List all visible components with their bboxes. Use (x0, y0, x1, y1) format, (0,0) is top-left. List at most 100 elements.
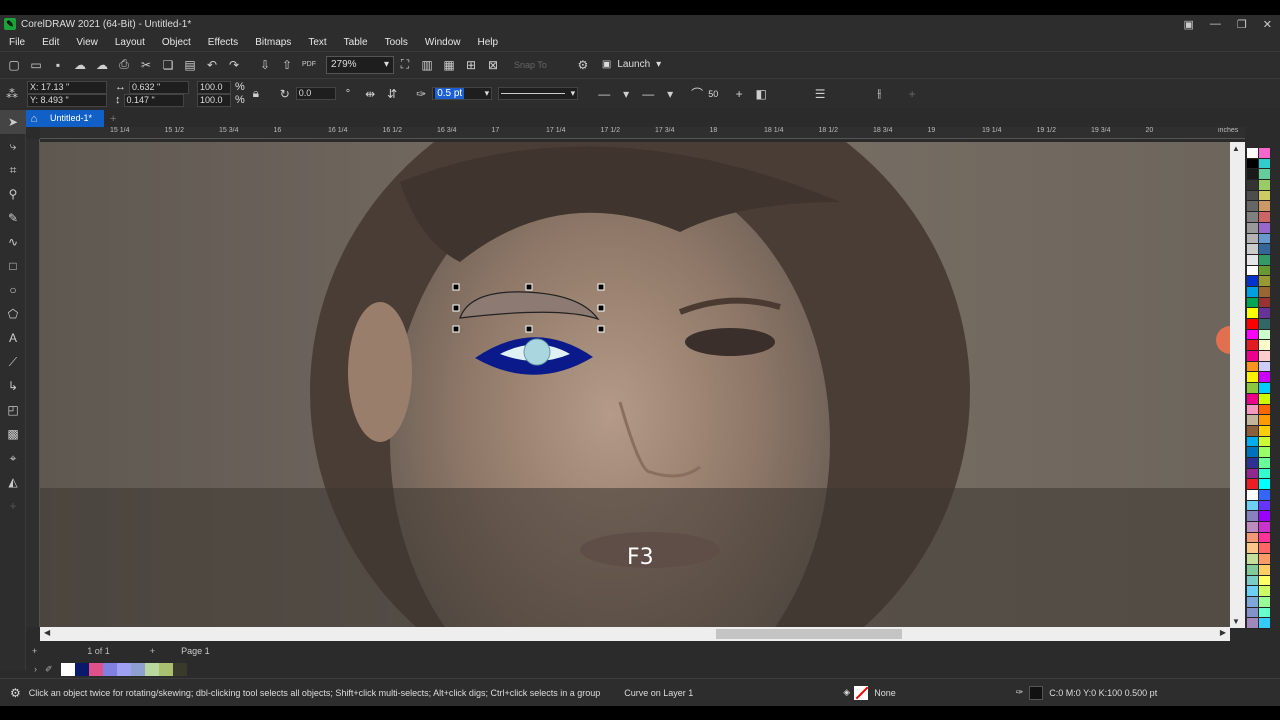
edit-shape-icon[interactable]: ◧ (753, 86, 769, 102)
no-fill-swatch[interactable] (854, 685, 869, 700)
outline-pen-icon[interactable]: ✑ (413, 86, 429, 102)
outline-color-swatch[interactable] (1029, 685, 1044, 700)
x-position-field[interactable]: X: 17.13 " (27, 80, 107, 94)
minimize-button[interactable]: — (1210, 18, 1221, 30)
palette-swatch[interactable] (1247, 554, 1258, 565)
show-rulers-icon[interactable]: ▥ (419, 57, 435, 73)
palette-swatch[interactable] (1259, 286, 1270, 298)
palette-swatch[interactable] (1259, 233, 1270, 245)
palette-swatch[interactable] (1247, 254, 1258, 266)
palette-swatch[interactable] (1259, 618, 1270, 629)
vertical-ruler[interactable] (26, 139, 40, 627)
eyedropper-icon[interactable]: ✐ (45, 664, 53, 675)
add-page-icon[interactable]: + (32, 646, 37, 656)
palette-swatch[interactable] (1259, 522, 1270, 533)
settings-gear-icon[interactable]: ⚙ (10, 686, 21, 700)
chevron-down-icon[interactable]: ▾ (618, 86, 634, 102)
palette-swatch[interactable] (1259, 351, 1270, 362)
palette-swatch[interactable] (1247, 596, 1258, 608)
document-swatch[interactable] (130, 662, 145, 676)
drawing-canvas[interactable]: F3 (40, 142, 1230, 628)
pick-tool-icon[interactable]: ➤ (0, 110, 26, 134)
palette-swatch[interactable] (1247, 490, 1258, 501)
palette-swatch[interactable] (1259, 222, 1270, 234)
palette-swatch[interactable] (1259, 169, 1270, 181)
menu-effects[interactable]: Effects (199, 37, 246, 48)
menu-window[interactable]: Window (416, 37, 469, 48)
lock-ratio-icon[interactable]: 🔒︎ (248, 86, 264, 102)
outline-width-select[interactable]: 0.5 pt ▾ (432, 87, 493, 100)
zoom-tool-icon[interactable]: ⚲ (0, 182, 26, 206)
palette-swatch[interactable] (1259, 265, 1270, 277)
cloud-upload-icon[interactable]: ☁ (72, 57, 88, 73)
palette-swatch[interactable] (1259, 148, 1270, 159)
palette-swatch[interactable] (1259, 586, 1270, 597)
line-style-select[interactable]: ▾ (498, 87, 579, 100)
rotation-angle-field[interactable]: 0.0 (295, 87, 336, 100)
shape-tool-icon[interactable]: ⤷ (0, 134, 26, 158)
parallel-dimension-icon[interactable]: ⟋ (0, 350, 26, 374)
expand-arrow-icon[interactable]: › (34, 664, 37, 674)
palette-swatch[interactable] (1247, 468, 1258, 480)
palette-swatch[interactable] (1259, 361, 1270, 373)
ellipse-tool-icon[interactable]: ○ (0, 278, 26, 302)
palette-swatch[interactable] (1259, 308, 1270, 319)
palette-swatch[interactable] (1259, 201, 1270, 213)
menu-view[interactable]: View (67, 37, 106, 48)
drop-shadow-icon[interactable]: ◰ (0, 398, 26, 422)
document-swatch[interactable] (116, 662, 131, 676)
palette-swatch[interactable] (1247, 361, 1258, 373)
palette-swatch[interactable] (1259, 383, 1270, 394)
menu-text[interactable]: Text (299, 37, 334, 48)
connector-tool-icon[interactable]: ↳ (0, 374, 26, 398)
y-position-field[interactable]: Y: 8.493 " (27, 93, 107, 107)
open-icon[interactable]: ▭ (28, 57, 44, 73)
palette-column-1[interactable] (1247, 148, 1258, 629)
eyebrow-curve[interactable] (459, 291, 600, 321)
palette-swatch[interactable] (1247, 607, 1258, 619)
menu-bitmaps[interactable]: Bitmaps (246, 37, 299, 48)
palette-swatch[interactable] (1247, 522, 1258, 533)
iris-circle[interactable] (523, 338, 551, 366)
height-field[interactable]: 0.147 " (123, 93, 184, 107)
add-tool-icon[interactable]: + (0, 494, 26, 518)
menu-table[interactable]: Table (335, 37, 376, 48)
rotate-icon[interactable]: ↻ (277, 86, 293, 102)
add-node-icon[interactable]: + (731, 86, 747, 102)
transparency-tool-icon[interactable]: ▩ (0, 422, 26, 446)
palette-swatch[interactable] (1247, 586, 1258, 597)
palette-swatch[interactable] (1247, 575, 1258, 587)
palette-swatch[interactable] (1259, 436, 1270, 448)
restore-layout-icon[interactable]: ▣ (1184, 18, 1194, 31)
palette-swatch[interactable] (1259, 564, 1270, 576)
full-screen-icon[interactable]: ⛶ (397, 57, 413, 73)
options-gear-icon[interactable]: ⚙ (575, 57, 591, 73)
palette-swatch[interactable] (1247, 340, 1258, 352)
home-icon[interactable]: ⌂ (26, 110, 42, 127)
palette-swatch[interactable] (1259, 319, 1270, 330)
palette-swatch[interactable] (1259, 244, 1270, 255)
palette-swatch[interactable] (1259, 297, 1270, 309)
polygon-tool-icon[interactable]: ⬠ (0, 302, 26, 326)
palette-swatch[interactable] (1259, 212, 1270, 223)
zoom-level-select[interactable]: 279% ▾ (326, 55, 394, 74)
document-swatch[interactable] (60, 662, 75, 676)
menu-tools[interactable]: Tools (376, 37, 416, 48)
palette-swatch[interactable] (1259, 180, 1270, 191)
redo-icon[interactable]: ↷ (226, 57, 242, 73)
palette-swatch[interactable] (1259, 500, 1270, 512)
palette-swatch[interactable] (1259, 490, 1270, 501)
palette-swatch[interactable] (1247, 329, 1258, 341)
document-swatch[interactable] (144, 662, 159, 676)
palette-swatch[interactable] (1259, 276, 1270, 287)
scroll-right-icon[interactable]: ▶ (1220, 628, 1226, 637)
palette-swatch[interactable] (1259, 254, 1270, 266)
new-tab-icon[interactable]: + (110, 113, 116, 125)
palette-swatch[interactable] (1247, 169, 1258, 181)
add-page-after-icon[interactable]: + (150, 646, 155, 656)
palette-swatch[interactable] (1259, 372, 1270, 384)
show-guidelines-icon[interactable]: ⊞ (463, 57, 479, 73)
horizontal-scrollbar[interactable]: ◀ ▶ (40, 627, 1230, 641)
palette-swatch[interactable] (1259, 457, 1270, 469)
snap-off-icon[interactable]: ⊠ (485, 57, 501, 73)
